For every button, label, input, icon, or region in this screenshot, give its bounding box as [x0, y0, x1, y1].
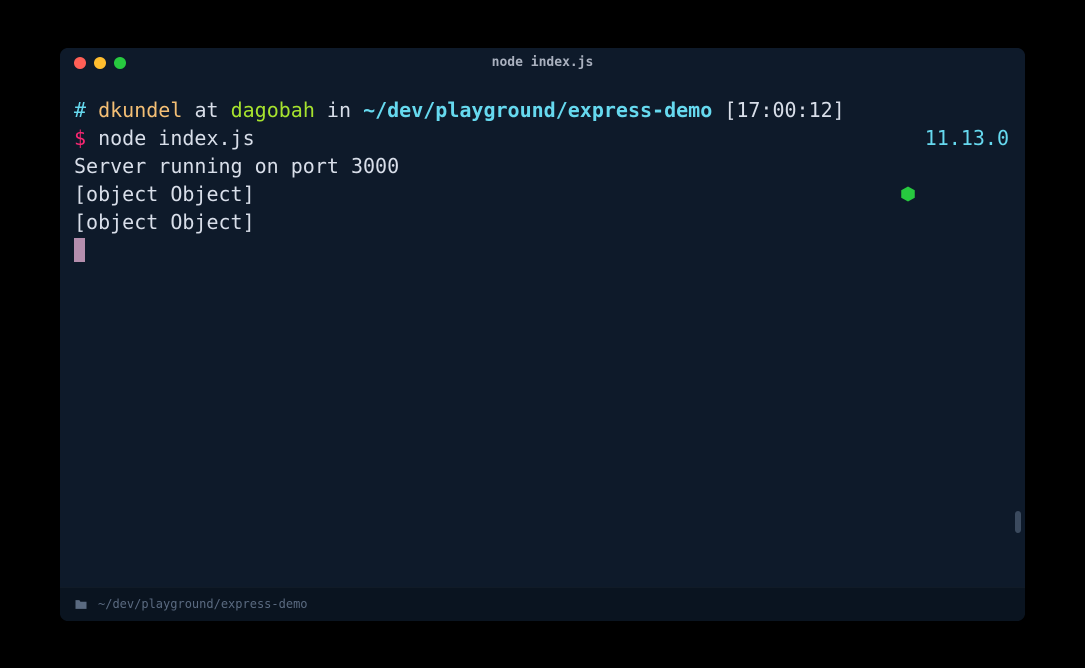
prompt-hash: # [74, 96, 86, 124]
statusbar: ~/dev/playground/express-demo [60, 587, 1025, 621]
scrollbar-thumb[interactable] [1015, 511, 1021, 533]
prompt-host: dagobah [231, 96, 315, 124]
hexagon-icon [899, 129, 917, 147]
output-line: Server running on port 3000 [74, 152, 1009, 180]
command-text: node index.js [98, 124, 255, 152]
cursor-line [74, 236, 1009, 264]
maximize-icon[interactable] [114, 57, 126, 69]
prompt-user: dkundel [98, 96, 182, 124]
terminal-body[interactable]: # dkundel at dagobah in ~/dev/playground… [60, 78, 1025, 587]
cursor-block [74, 238, 85, 262]
node-version-text: 11.13.0 [925, 124, 1009, 152]
statusbar-path: ~/dev/playground/express-demo [98, 597, 308, 611]
prompt-at: at [194, 96, 218, 124]
output-line: [object Object] [74, 208, 1009, 236]
window-titlebar[interactable]: node index.js [60, 48, 1025, 78]
prompt-symbol: $ [74, 124, 86, 152]
close-icon[interactable] [74, 57, 86, 69]
folder-icon [74, 599, 88, 610]
node-version-badge: 11.13.0 [899, 124, 1009, 152]
output-line: [object Object] [74, 180, 1009, 208]
command-row: $ node index.js 11.13.0 [74, 124, 1009, 152]
prompt-in: in [327, 96, 351, 124]
terminal-window: node index.js # dkundel at dagobah in ~/… [60, 48, 1025, 621]
prompt-context-line: # dkundel at dagobah in ~/dev/playground… [74, 96, 1009, 124]
prompt-timestamp: [17:00:12] [724, 96, 844, 124]
minimize-icon[interactable] [94, 57, 106, 69]
prompt-path: ~/dev/playground/express-demo [363, 96, 712, 124]
traffic-lights [60, 57, 126, 69]
window-title: node index.js [492, 55, 594, 70]
